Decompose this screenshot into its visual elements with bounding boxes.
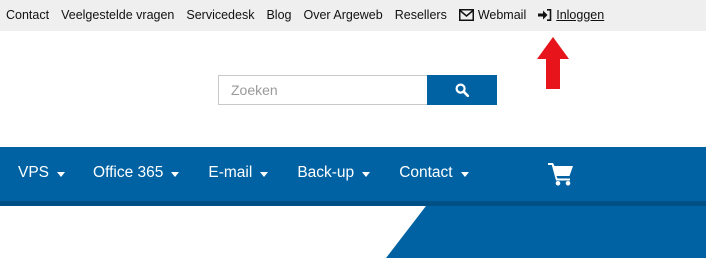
shopping-cart-icon[interactable]: [548, 161, 574, 186]
top-links: Contact Veelgestelde vragen Servicedesk …: [6, 8, 604, 22]
nav-item-contact[interactable]: Contact: [399, 164, 469, 182]
search-icon: [455, 83, 469, 97]
search-form: [218, 75, 497, 105]
top-bar: Contact Veelgestelde vragen Servicedesk …: [0, 0, 706, 31]
top-link-resellers[interactable]: Resellers: [395, 8, 447, 22]
caret-down-icon: [460, 171, 469, 177]
caret-down-icon: [171, 171, 180, 177]
top-link-blog[interactable]: Blog: [266, 8, 291, 22]
caret-down-icon: [260, 171, 269, 177]
search-button[interactable]: [427, 75, 497, 105]
envelope-icon: [458, 9, 474, 21]
nav-item-email[interactable]: E-mail: [208, 164, 269, 182]
nav-item-vps[interactable]: VPS: [18, 164, 66, 182]
caret-down-icon: [362, 171, 371, 177]
nav-item-backup[interactable]: Back-up: [297, 164, 371, 182]
hero-banner-shape: [386, 206, 706, 258]
main-nav: VPS Office 365 E-mail Back-up Contact: [0, 147, 706, 201]
red-arrow-up-icon: [537, 37, 569, 89]
caret-down-icon: [57, 171, 66, 177]
top-link-about[interactable]: Over Argeweb: [304, 8, 383, 22]
top-link-faq[interactable]: Veelgestelde vragen: [61, 8, 174, 22]
search-input[interactable]: [218, 75, 427, 105]
top-link-login[interactable]: Inloggen: [538, 8, 604, 22]
nav-item-office365[interactable]: Office 365: [93, 164, 180, 182]
top-link-contact[interactable]: Contact: [6, 8, 49, 22]
top-link-webmail[interactable]: Webmail: [458, 8, 526, 22]
top-link-servicedesk[interactable]: Servicedesk: [186, 8, 254, 22]
sign-in-icon: [538, 9, 552, 21]
